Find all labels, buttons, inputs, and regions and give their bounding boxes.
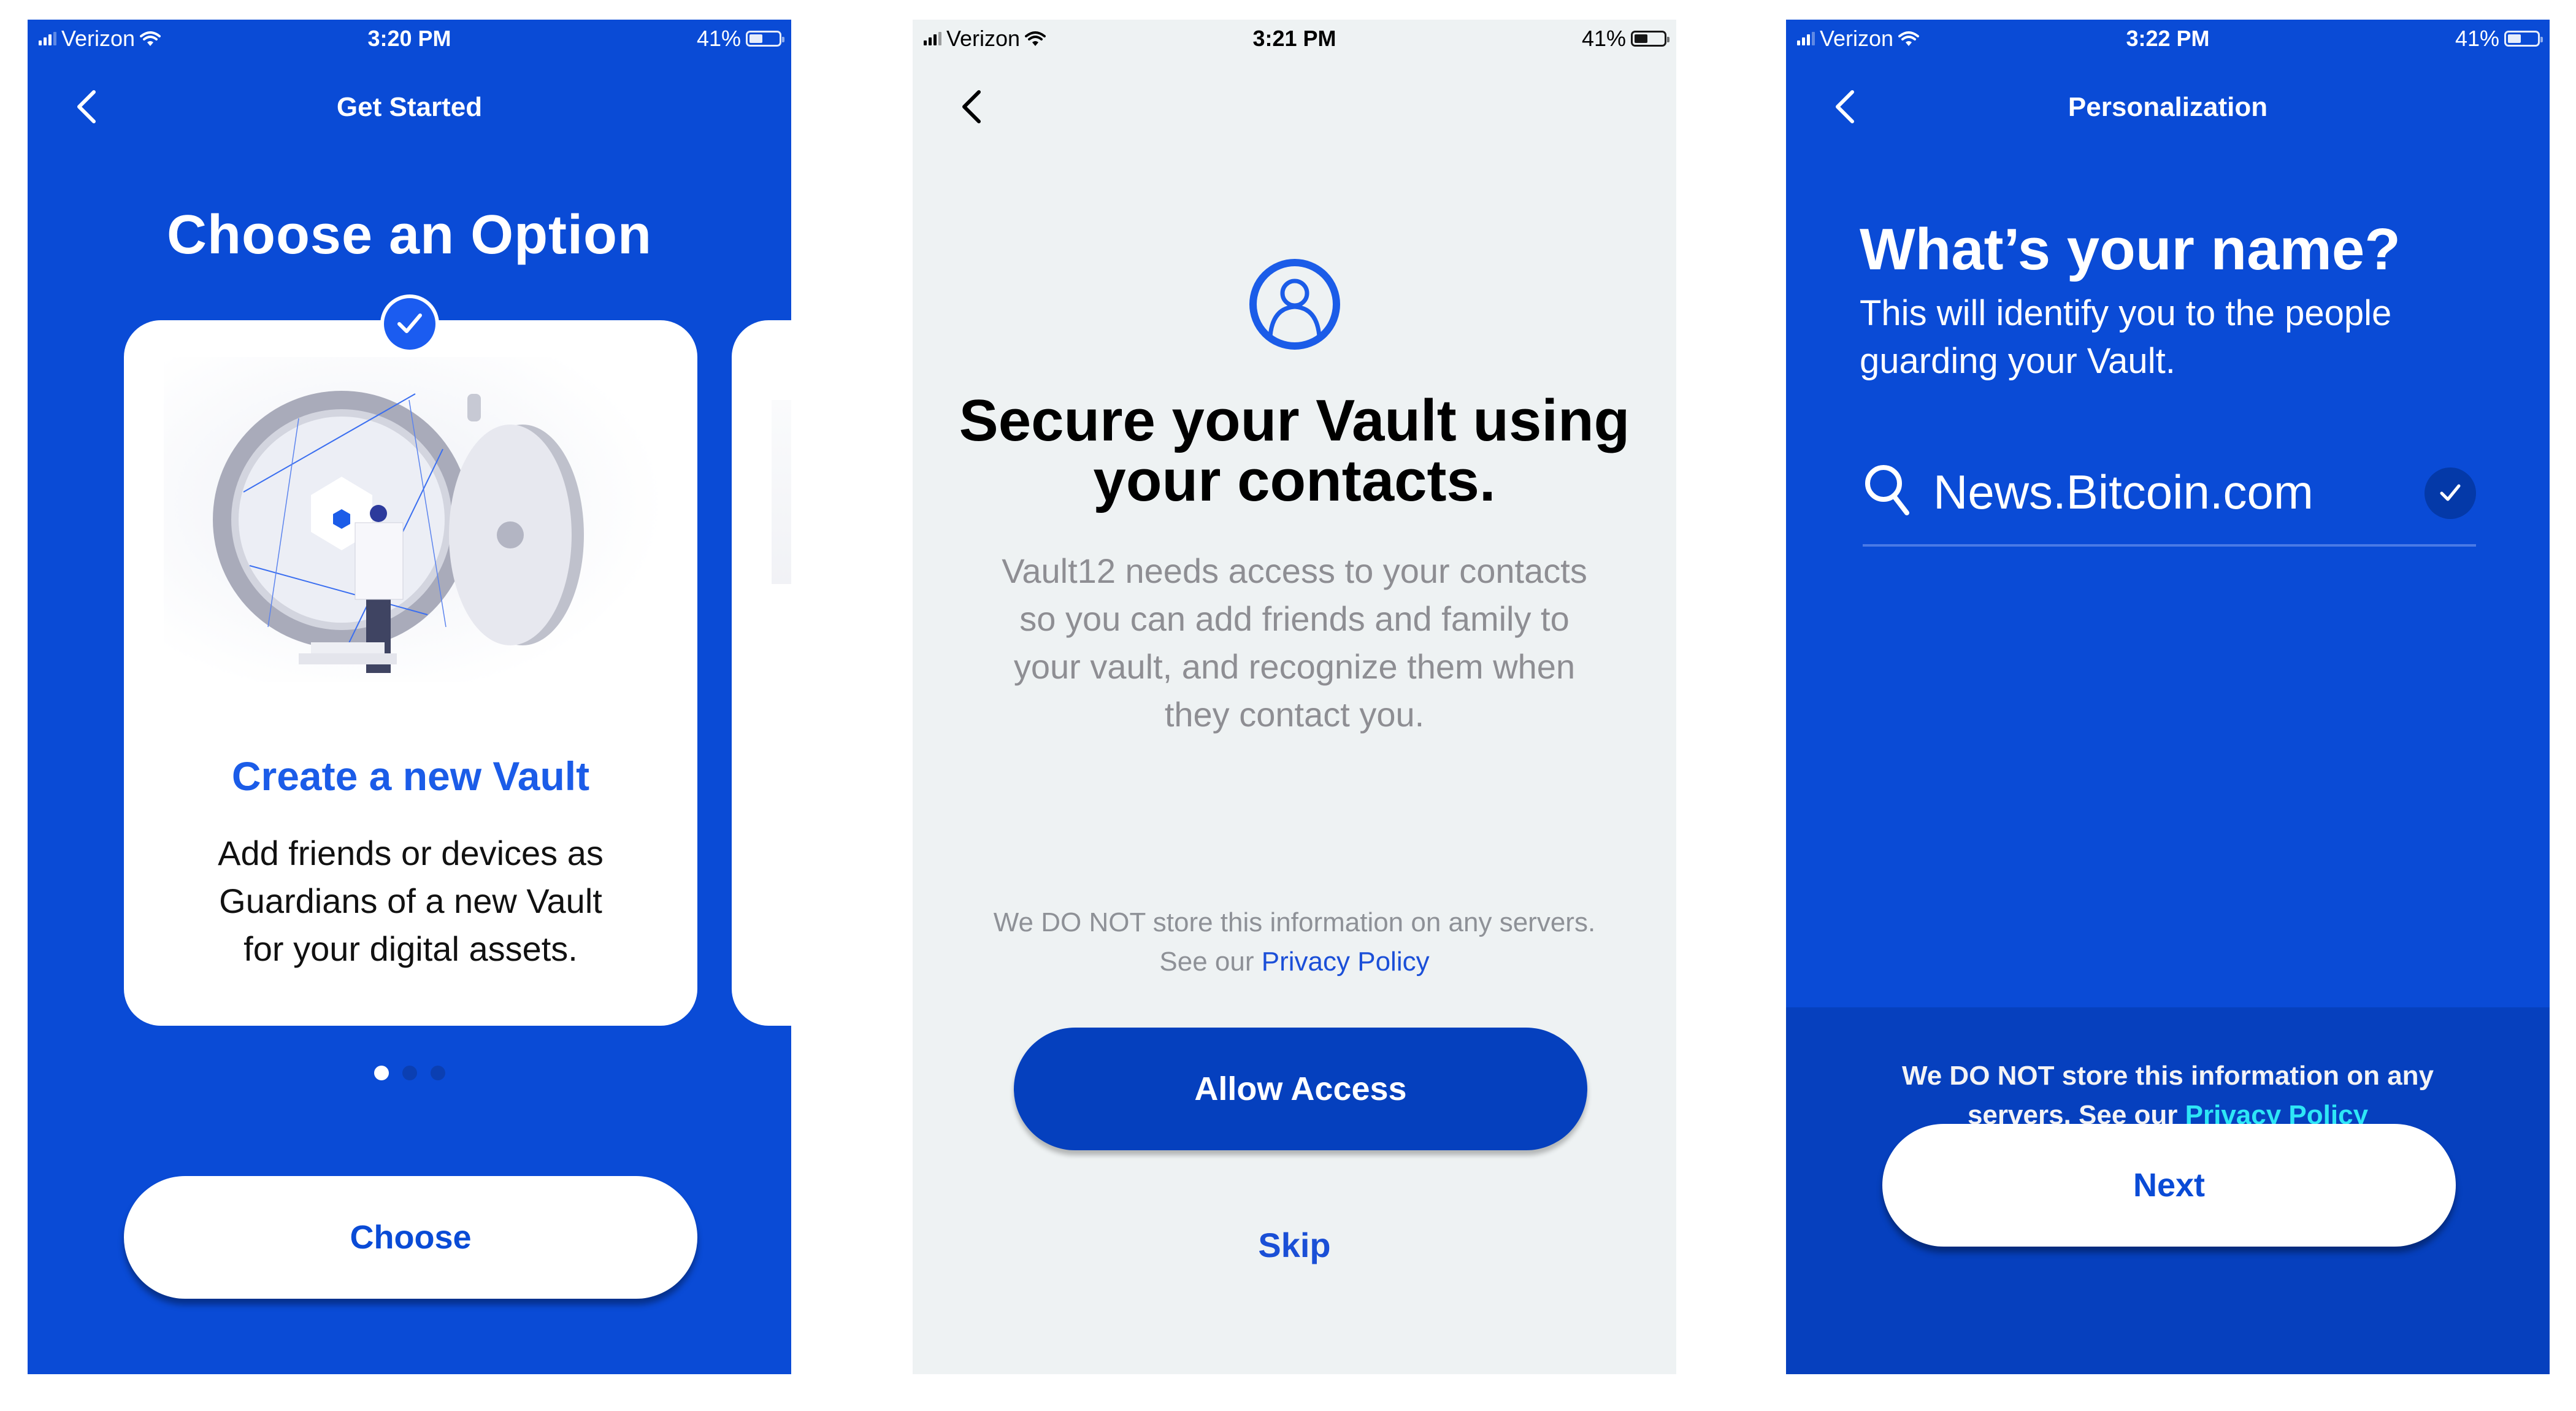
status-bar: Verizon 3:21 PM 41% — [913, 20, 1676, 56]
status-time: 3:20 PM — [367, 26, 451, 51]
page-title: Choose an Option — [167, 204, 652, 266]
back-chevron-icon[interactable] — [956, 88, 986, 125]
battery-icon — [746, 31, 784, 47]
name-input-value[interactable]: News.Bitcoin.com — [1933, 464, 2313, 520]
battery-icon — [2504, 31, 2543, 47]
nav-bar: Get Started — [28, 81, 791, 130]
field-underline — [1863, 544, 2476, 547]
status-bar: Verizon 3:20 PM 41% — [28, 20, 791, 56]
subtitle-line: This will identify you to the people — [1860, 293, 2392, 333]
description-line: Vault12 needs access to your contacts — [1002, 552, 1587, 590]
battery-percent: 41% — [696, 26, 741, 51]
subtitle-line: guarding your Vault. — [1860, 341, 2175, 381]
search-icon — [1865, 465, 1909, 515]
battery: 41% — [2455, 26, 2543, 52]
contact-person-icon — [1249, 259, 1340, 350]
card-description-line: Add friends or devices as — [218, 834, 604, 872]
valid-check-badge — [2425, 467, 2476, 519]
skip-button[interactable]: Skip — [913, 1225, 1676, 1265]
page-dot[interactable] — [402, 1066, 417, 1080]
screen-contacts-permission: Verizon 3:21 PM 41% Secure your Vault us… — [913, 20, 1676, 1374]
battery-icon — [1631, 31, 1669, 47]
page-title: Secure your Vault using your contacts. — [913, 391, 1676, 511]
page-dot[interactable] — [430, 1066, 445, 1080]
page-subtitle: This will identify you to the people gua… — [1860, 290, 2391, 385]
next-button[interactable]: Next — [1882, 1124, 2456, 1247]
nav-title: Get Started — [336, 92, 483, 122]
privacy-policy-link[interactable]: Privacy Policy — [1262, 947, 1430, 977]
checkmark-icon — [397, 313, 422, 333]
description-line: they contact you. — [1164, 695, 1425, 734]
status-time: 3:22 PM — [2126, 26, 2210, 51]
privacy-note-prefix: See our — [1159, 947, 1262, 977]
page-title: What’s your name? — [1860, 217, 2401, 282]
screen-personalization: Verizon 3:22 PM 41% Personalization What… — [1786, 20, 2550, 1374]
privacy-note: We DO NOT store this information on any … — [1823, 1056, 2513, 1135]
allow-access-button[interactable]: Allow Access — [1014, 1028, 1587, 1150]
nav-title: Personalization — [2068, 92, 2268, 122]
privacy-note-line: We DO NOT store this information on any … — [993, 907, 1596, 937]
status-time: 3:21 PM — [1252, 26, 1336, 51]
privacy-note-line: We DO NOT store this information on any — [1901, 1061, 2434, 1091]
battery-percent: 41% — [2455, 26, 2499, 51]
battery: 41% — [1581, 26, 1669, 52]
battery: 41% — [696, 26, 784, 52]
choose-button[interactable]: Choose — [124, 1176, 697, 1299]
title-line: Secure your Vault using — [959, 388, 1630, 453]
card-description-line: for your digital assets. — [243, 929, 578, 968]
card-title: Create a new Vault — [231, 753, 590, 799]
selected-check-badge — [380, 294, 439, 353]
title-line: your contacts. — [1093, 448, 1496, 513]
battery-percent: 41% — [1581, 26, 1626, 51]
name-field[interactable]: News.Bitcoin.com — [1863, 443, 2476, 547]
checkmark-icon — [2440, 484, 2461, 501]
card-description: Add friends or devices as Guardians of a… — [124, 829, 697, 973]
card-description-line: Guardians of a new Vault — [219, 882, 602, 920]
page-indicator — [28, 1066, 791, 1080]
description-line: so you can add friends and family to — [1019, 599, 1570, 638]
permission-description: Vault12 needs access to your contacts so… — [949, 547, 1639, 739]
next-card-illustration — [772, 400, 791, 584]
nav-bar: Personalization — [1786, 81, 2550, 130]
description-line: your vault, and recognize them when — [1013, 647, 1576, 686]
vault-illustration — [164, 357, 664, 682]
nav-bar — [913, 81, 1676, 130]
privacy-note: We DO NOT store this information on any … — [949, 903, 1639, 982]
status-bar: Verizon 3:22 PM 41% — [1786, 20, 2550, 56]
screen-get-started: Verizon 3:20 PM 41% Get Started Choose a… — [28, 20, 791, 1374]
page-dot-active[interactable] — [374, 1066, 389, 1080]
